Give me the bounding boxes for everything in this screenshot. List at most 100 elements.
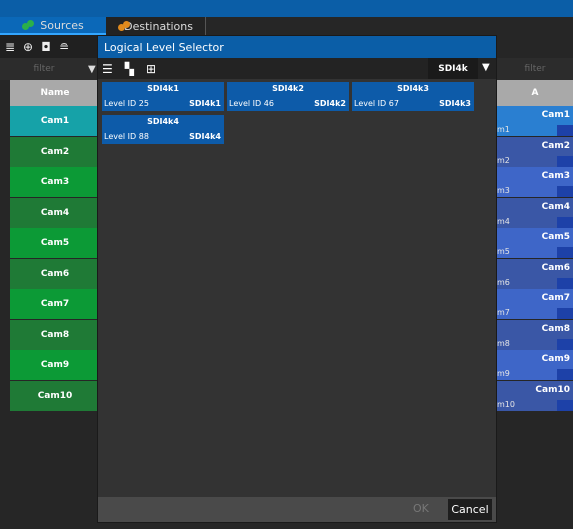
tab-destinations-label: Destinations	[124, 19, 193, 33]
level-filter-input[interactable]: SDI4k	[428, 58, 478, 79]
source-row[interactable]: Cam3	[10, 167, 100, 197]
destination-row-sublabel: m4	[497, 216, 510, 226]
source-row[interactable]: Cam1	[10, 106, 100, 136]
level-card-label: SDI4k4	[189, 132, 221, 141]
left-toolbar: ≣ ⊕ ◘ ≘	[0, 35, 100, 58]
list-view-icon[interactable]: ☰	[102, 62, 113, 76]
level-card-name: SDI4k1	[147, 84, 179, 93]
source-row[interactable]: Cam5	[10, 228, 100, 258]
destination-row-sublabel: m1	[497, 125, 510, 134]
destination-row-sublabel: m2	[497, 155, 510, 165]
destination-row-sublabel: m8	[497, 338, 510, 348]
level-card-label: SDI4k3	[439, 99, 471, 108]
destination-row[interactable]: Cam5 m5	[497, 228, 573, 258]
level-card-id: Level ID 67	[354, 99, 399, 108]
right-filter-input[interactable]: filter	[497, 58, 573, 80]
level-indicator	[557, 369, 573, 380]
level-indicator	[557, 186, 573, 197]
level-indicator	[557, 155, 573, 167]
source-row[interactable]: Cam2	[10, 136, 100, 167]
name-column-header[interactable]: Name	[10, 80, 100, 106]
list-view-icon[interactable]: ≣	[4, 40, 16, 54]
source-row[interactable]: Cam8	[10, 319, 100, 350]
destination-row[interactable]: Cam10 m10	[497, 380, 573, 411]
destination-row-label: Cam4	[541, 201, 570, 212]
destination-row-sublabel: m3	[497, 186, 510, 195]
tab-destinations[interactable]: Destinations	[106, 17, 206, 35]
destination-row-sublabel: m5	[497, 247, 510, 256]
level-card-name: SDI4k4	[147, 117, 179, 126]
level-column-header[interactable]: A	[497, 80, 573, 106]
source-row[interactable]: Cam9	[10, 350, 100, 380]
destination-row-sublabel: m7	[497, 308, 510, 317]
source-row[interactable]: Cam6	[10, 258, 100, 289]
source-row-label: Cam4	[40, 207, 70, 218]
level-card-name: SDI4k2	[272, 84, 304, 93]
funnel-icon[interactable]: ▼	[482, 62, 490, 73]
small-grid-icon[interactable]: ⊞	[146, 62, 156, 76]
destination-row-label: Cam3	[541, 171, 570, 181]
destination-row[interactable]: Cam4 m4	[497, 197, 573, 228]
source-row-label: Cam6	[40, 268, 70, 279]
source-row-label: Cam2	[40, 146, 70, 157]
add-icon[interactable]: ⊕	[22, 40, 34, 54]
source-row-label: Cam10	[37, 390, 73, 401]
large-grid-icon[interactable]: ▚	[125, 62, 134, 76]
level-card-id: Level ID 46	[229, 99, 274, 108]
level-indicator	[557, 277, 573, 289]
destination-row[interactable]: Cam2 m2	[497, 136, 573, 167]
sources-icon	[22, 20, 35, 30]
destination-row-label: Cam6	[541, 262, 570, 273]
destination-row[interactable]: Cam6 m6	[497, 258, 573, 289]
left-filter-input[interactable]: filter	[0, 64, 88, 74]
destination-list: Cam1 m1 Cam2 m2 Cam3 m3 Cam4 m4 Cam5 m5 Cam6 m6 Cam7…	[497, 106, 573, 411]
destination-row-sublabel: m9	[497, 369, 510, 378]
ok-button[interactable]: OK	[413, 502, 429, 515]
dialog-title: Logical Level Selector	[98, 36, 496, 58]
tab-sources[interactable]: Sources	[0, 17, 106, 35]
dialog-toolbar: ☰ ▚ ⊞ SDI4k ▼	[98, 58, 496, 79]
level-card-label: SDI4k2	[314, 99, 346, 108]
left-filter[interactable]: filter ▼	[0, 58, 100, 80]
destination-row-label: Cam8	[541, 323, 570, 334]
source-row[interactable]: Cam7	[10, 289, 100, 319]
level-card-id: Level ID 88	[104, 132, 149, 141]
tab-bar: Sources Destinations	[0, 17, 206, 35]
level-indicator	[557, 308, 573, 319]
destination-row[interactable]: Cam9 m9	[497, 350, 573, 380]
level-indicator	[557, 247, 573, 258]
destination-row-sublabel: m6	[497, 277, 510, 287]
level-card[interactable]: SDI4k3 Level ID 67 SDI4k3	[352, 82, 474, 111]
destination-row[interactable]: Cam8 m8	[497, 319, 573, 350]
level-indicator	[557, 216, 573, 228]
destination-row[interactable]: Cam7 m7	[497, 289, 573, 319]
level-indicator	[557, 125, 573, 136]
level-card[interactable]: SDI4k1 Level ID 25 SDI4k1	[102, 82, 224, 111]
level-card[interactable]: SDI4k2 Level ID 46 SDI4k2	[227, 82, 349, 111]
source-row-label: Cam8	[40, 329, 70, 340]
level-card-label: SDI4k1	[189, 99, 221, 108]
database-icon[interactable]: ≘	[58, 40, 70, 54]
destination-row-label: Cam9	[541, 354, 570, 364]
source-row-label: Cam3	[40, 177, 70, 187]
source-row[interactable]: Cam10	[10, 380, 100, 411]
filter-settings-icon[interactable]: ◘	[40, 40, 52, 54]
funnel-icon[interactable]: ▼	[88, 64, 96, 75]
level-indicator	[557, 399, 573, 411]
destination-row[interactable]: Cam1 m1	[497, 106, 573, 136]
top-bar	[0, 0, 573, 17]
destination-row-label: Cam2	[541, 140, 570, 151]
destination-row-sublabel: m10	[497, 399, 515, 409]
source-list: Cam1 Cam2 Cam3 Cam4 Cam5 Cam6 Cam7 Cam8 Cam9 Cam1…	[10, 106, 100, 411]
cancel-button[interactable]: Cancel	[448, 499, 492, 520]
level-indicator	[557, 338, 573, 350]
destination-row-label: Cam5	[541, 232, 570, 242]
destination-row-label: Cam7	[541, 293, 570, 303]
level-card-id: Level ID 25	[104, 99, 149, 108]
source-row-label: Cam7	[40, 299, 70, 309]
source-row-label: Cam1	[40, 116, 70, 126]
source-row[interactable]: Cam4	[10, 197, 100, 228]
destination-row[interactable]: Cam3 m3	[497, 167, 573, 197]
level-card[interactable]: SDI4k4 Level ID 88 SDI4k4	[102, 115, 224, 144]
destination-row-label: Cam1	[541, 110, 570, 120]
